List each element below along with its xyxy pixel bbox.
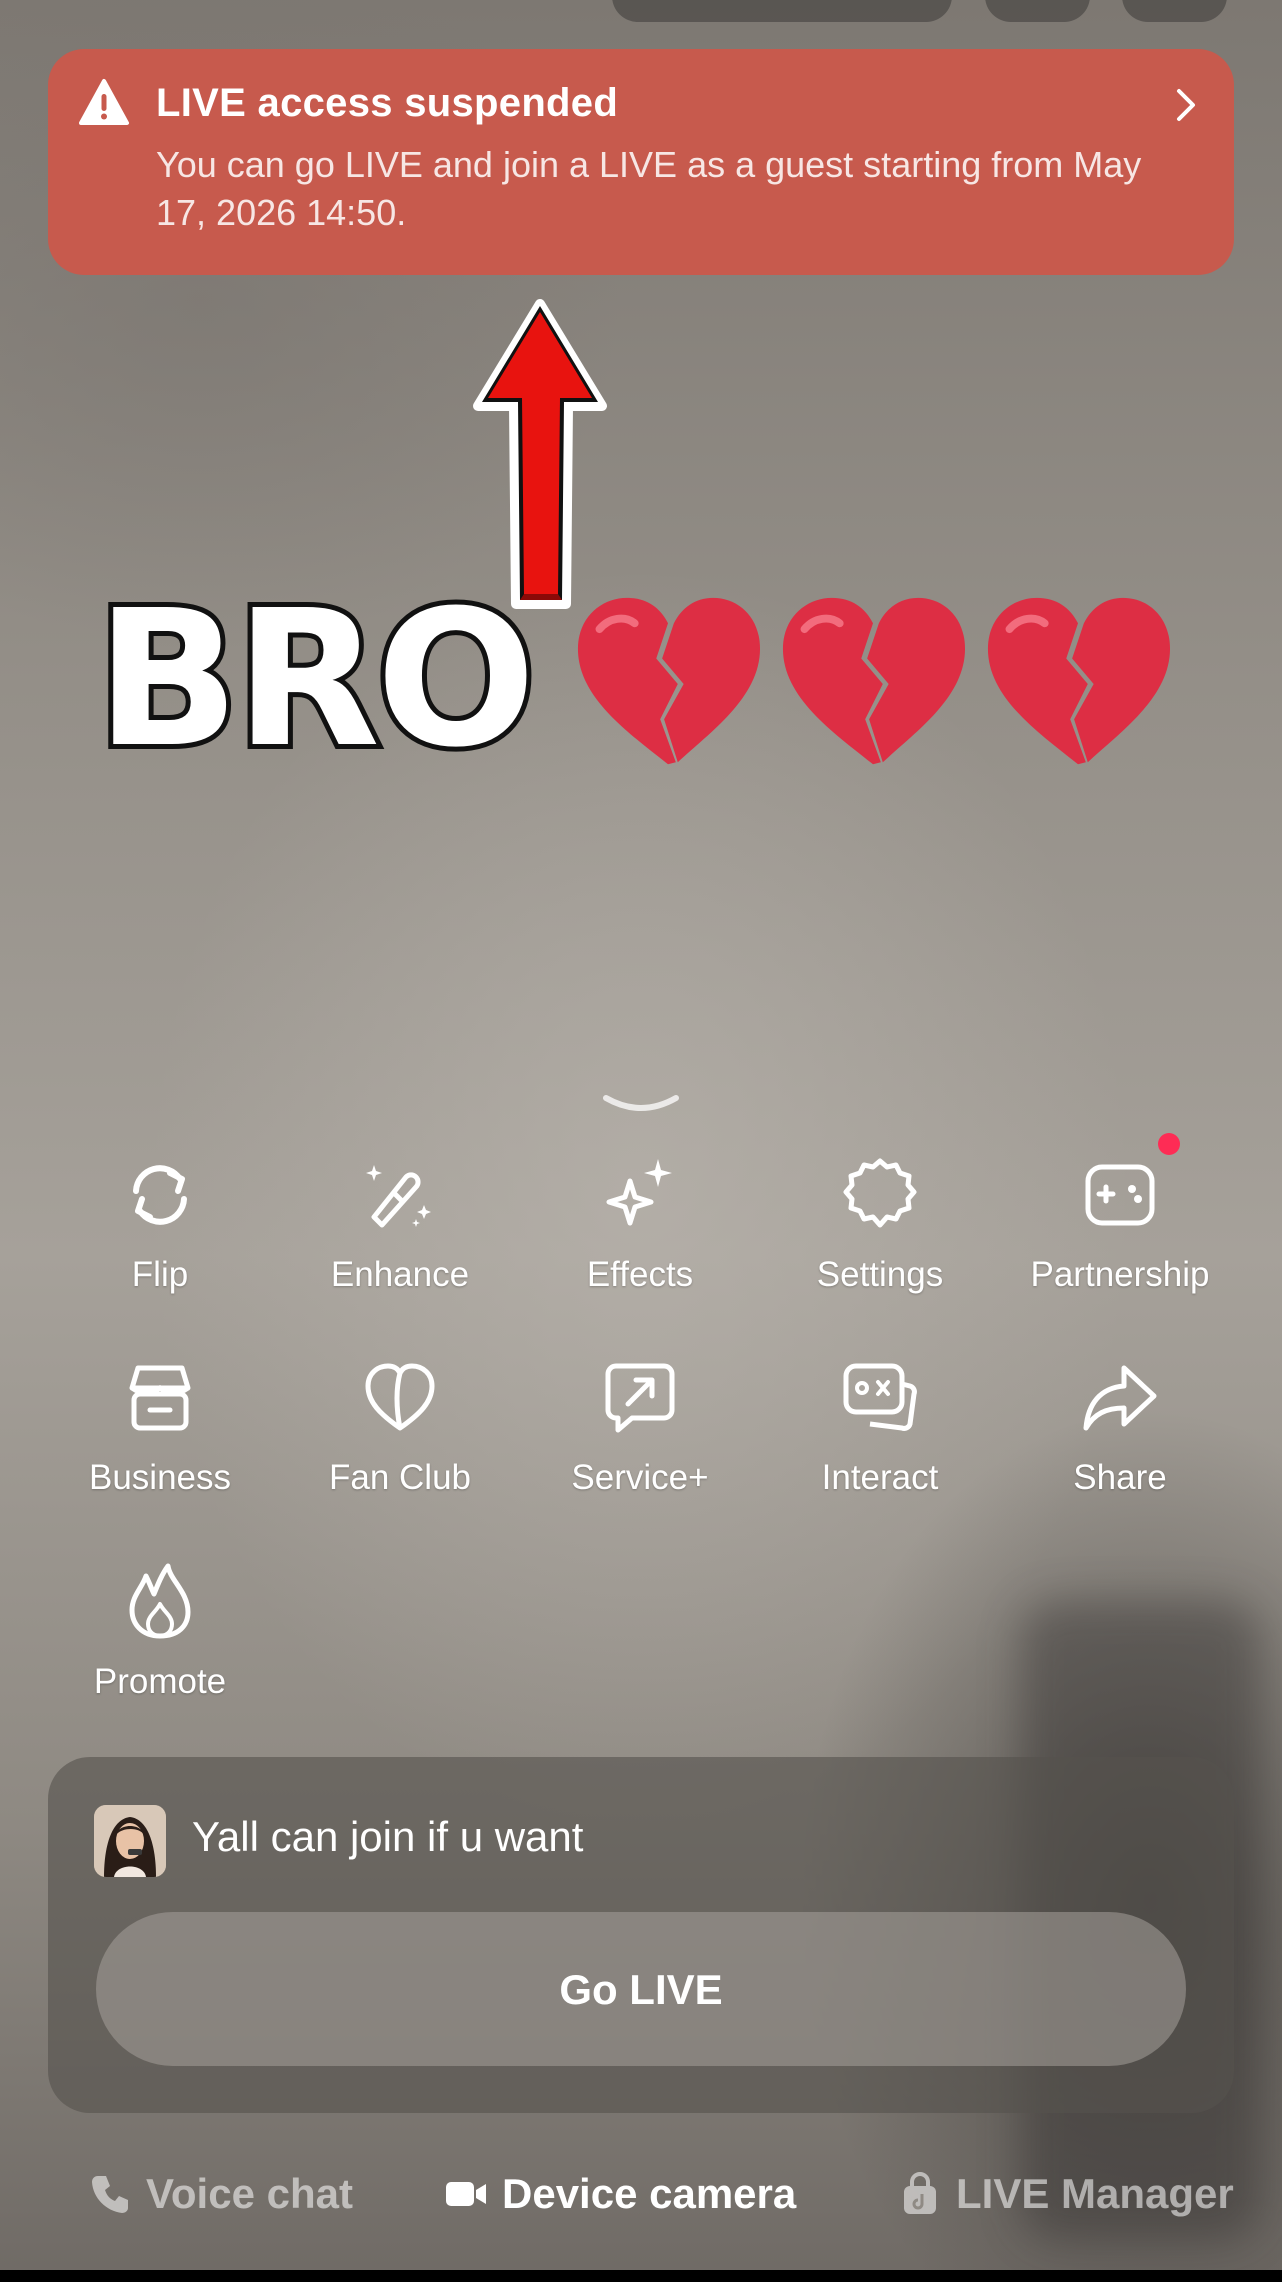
- warning-triangle-icon: [79, 79, 129, 125]
- heart-icon: [365, 1363, 435, 1431]
- tool-promote[interactable]: Promote: [40, 1562, 280, 1742]
- gear-icon: [843, 1158, 917, 1228]
- mode-voice-chat[interactable]: Voice chat: [88, 2162, 353, 2226]
- go-live-button[interactable]: Go LIVE: [96, 1912, 1186, 2066]
- top-control-button[interactable]: [1122, 0, 1227, 22]
- broken-heart-icon: [577, 597, 761, 765]
- broken-hearts-sticker: [570, 590, 1190, 780]
- tool-label: Promote: [93, 1662, 227, 1701]
- avatar-image: [94, 1805, 166, 1877]
- suspension-banner[interactable]: LIVE access suspended You can go LIVE an…: [48, 49, 1234, 275]
- tool-label: Settings: [816, 1255, 944, 1294]
- share-arrow-icon: [1083, 1365, 1157, 1431]
- external-box-icon: [605, 1363, 675, 1433]
- mode-live-manager[interactable]: LIVE Manager: [898, 2162, 1234, 2226]
- collapse-handle-icon[interactable]: [600, 1090, 682, 1120]
- chevron-right-icon: [1177, 89, 1195, 121]
- storefront-icon: [129, 1365, 191, 1431]
- tool-label: Fan Club: [328, 1458, 472, 1497]
- mode-label: Device camera: [502, 2170, 797, 2217]
- tool-settings[interactable]: Settings: [760, 1155, 1000, 1335]
- mode-label: LIVE Manager: [956, 2170, 1234, 2217]
- tool-flip[interactable]: Flip: [40, 1155, 280, 1335]
- mode-device-camera[interactable]: Device camera: [444, 2162, 796, 2226]
- game-cards-icon: [843, 1363, 917, 1431]
- tool-label: Business: [88, 1458, 232, 1497]
- phone-icon: [92, 2176, 128, 2213]
- bro-text-sticker: BRO: [91, 570, 541, 789]
- tool-label: Share: [1073, 1458, 1167, 1497]
- gamepad-icon: [1085, 1164, 1155, 1226]
- video-camera-icon: [446, 2182, 486, 2206]
- tool-label: Interact: [821, 1458, 939, 1497]
- top-status-pill: [612, 0, 952, 22]
- tool-label: Effects: [586, 1255, 694, 1294]
- broken-heart-icon: [782, 597, 966, 765]
- lock-bag-icon: [904, 2172, 936, 2214]
- tool-label: Enhance: [330, 1255, 470, 1294]
- banner-message: You can go LIVE and join a LIVE as a gue…: [156, 144, 1142, 233]
- tool-business[interactable]: Business: [40, 1358, 280, 1538]
- tool-enhance[interactable]: Enhance: [280, 1155, 520, 1335]
- banner-title: LIVE access suspended: [156, 81, 619, 125]
- avatar[interactable]: [94, 1805, 166, 1877]
- notification-dot: [1158, 1133, 1180, 1155]
- tool-share[interactable]: Share: [1000, 1358, 1240, 1538]
- flame-icon: [129, 1563, 191, 1639]
- broken-heart-icon: [987, 597, 1171, 765]
- tool-interact[interactable]: Interact: [760, 1358, 1000, 1538]
- live-title-caption[interactable]: Yall can join if u want: [192, 1813, 583, 1861]
- mode-selector: Voice chat Device camera LIVE Manager: [0, 2162, 1282, 2226]
- tool-effects[interactable]: Effects: [520, 1155, 760, 1335]
- home-indicator-bar: [0, 2270, 1282, 2282]
- magic-wand-icon: [366, 1165, 431, 1228]
- tool-label: Partnership: [1030, 1255, 1210, 1294]
- tool-label: Service+: [571, 1458, 709, 1497]
- tool-label: Flip: [131, 1255, 189, 1294]
- flip-camera-icon: [133, 1165, 187, 1225]
- sparkles-icon: [606, 1159, 672, 1226]
- tool-service-plus[interactable]: Service+: [520, 1358, 760, 1538]
- go-live-panel: Yall can join if u want Go LIVE: [48, 1757, 1234, 2113]
- top-control-button[interactable]: [985, 0, 1090, 22]
- tool-partnership[interactable]: Partnership: [1000, 1155, 1240, 1335]
- mode-label: Voice chat: [146, 2170, 353, 2217]
- tool-fan-club[interactable]: Fan Club: [280, 1358, 520, 1538]
